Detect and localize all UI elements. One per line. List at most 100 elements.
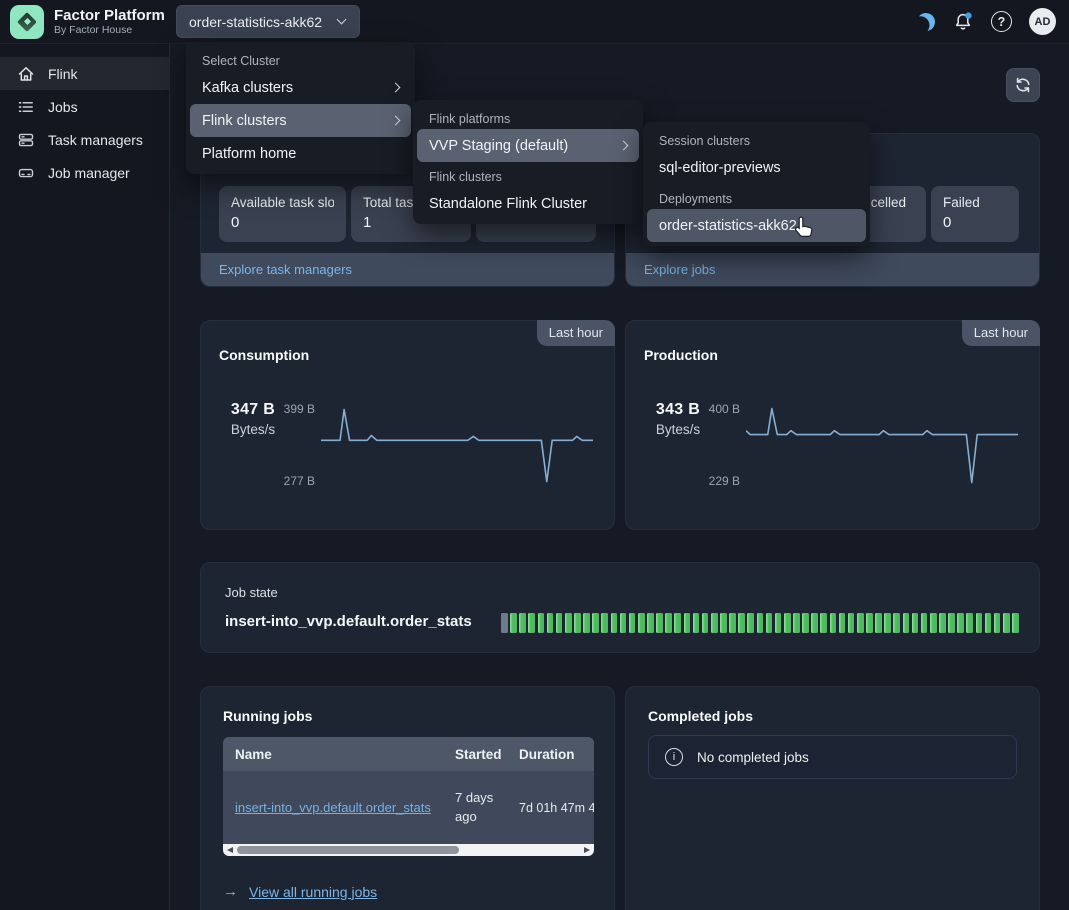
drive-icon — [17, 164, 35, 182]
scroll-left-arrow[interactable] — [227, 847, 233, 853]
refresh-button[interactable] — [1006, 68, 1040, 102]
brand: Factor Platform By Factor House — [0, 5, 170, 39]
completed-jobs-panel: Completed jobs i No completed jobs — [625, 686, 1040, 910]
completed-jobs-title: Completed jobs — [648, 708, 753, 724]
menu-item-label: Kafka clusters — [202, 80, 293, 96]
job-state-segment — [538, 613, 545, 633]
job-state-segment — [738, 613, 745, 633]
job-state-segment — [793, 613, 800, 633]
sidebar-item-jobs[interactable]: Jobs — [0, 90, 169, 123]
chevron-right-icon — [391, 116, 401, 126]
menu-item-label: order-statistics-akk62 — [659, 218, 797, 234]
view-all-running-jobs-link[interactable]: View all running jobs — [249, 884, 377, 900]
menu-item-label: Standalone Flink Cluster — [429, 196, 587, 212]
job-state-segment — [784, 613, 791, 633]
running-jobs-panel: Running jobs Name Started Duration inser… — [200, 686, 615, 910]
chart-unit: Bytes/s — [638, 422, 718, 437]
last-hour-badge: Last hour — [537, 320, 615, 346]
menu-item-platform-home[interactable]: Platform home — [186, 137, 415, 170]
job-state-segment — [848, 613, 855, 633]
hand-cursor — [792, 215, 815, 241]
empty-state-text: No completed jobs — [697, 750, 809, 765]
help-button[interactable]: ? — [991, 11, 1012, 32]
menu-item-standalone-flink-cluster[interactable]: Standalone Flink Cluster — [413, 187, 643, 220]
job-state-segment — [611, 613, 618, 633]
dark-mode-toggle[interactable] — [917, 13, 935, 31]
job-state-segment — [957, 613, 964, 633]
job-state-segment — [638, 613, 645, 633]
scroll-right-arrow[interactable] — [584, 847, 590, 853]
job-state-segment — [702, 613, 709, 633]
job-state-segment — [720, 613, 727, 633]
job-state-segment — [830, 613, 837, 633]
job-state-segment — [656, 613, 663, 633]
job-state-segment — [1003, 613, 1010, 633]
job-state-segment — [501, 613, 508, 633]
chart-title: Consumption — [219, 347, 309, 363]
column-header-name: Name — [223, 737, 443, 771]
explore-jobs-link[interactable]: Explore jobs — [644, 262, 716, 277]
job-state-segment — [711, 613, 718, 633]
sidebar-item-job-manager[interactable]: Job manager — [0, 156, 169, 189]
flink-clusters-submenu: Flink platforms VVP Staging (default) Fl… — [413, 100, 643, 224]
menu-item-sql-editor-previews[interactable]: sql-editor-previews — [643, 151, 870, 184]
menu-item-flink-clusters[interactable]: Flink clusters — [190, 104, 411, 137]
production-sparkline — [746, 399, 1018, 495]
menu-item-label: VVP Staging (default) — [429, 138, 568, 154]
job-state-segment — [893, 613, 900, 633]
chevron-right-icon — [619, 141, 629, 151]
job-state-segment — [976, 613, 983, 633]
menu-item-vvp-staging[interactable]: VVP Staging (default) — [417, 129, 639, 162]
menu-item-label: Flink clusters — [202, 113, 287, 129]
menu-item-kafka-clusters[interactable]: Kafka clusters — [186, 71, 415, 104]
job-state-segment — [547, 613, 554, 633]
cluster-selector-dropdown[interactable]: order-statistics-akk62 — [176, 5, 360, 38]
menu-section-header: Session clusters — [643, 126, 870, 151]
no-completed-jobs-box: i No completed jobs — [648, 735, 1017, 779]
menu-section-header: Flink platforms — [413, 104, 643, 129]
job-state-segment — [674, 613, 681, 633]
job-state-segment — [775, 613, 782, 633]
job-state-segment — [912, 613, 919, 633]
summary-footer: Explore jobs — [626, 253, 1039, 286]
job-state-panel: Job state insert-into_vvp.default.order_… — [200, 562, 1040, 653]
job-state-segment — [1012, 613, 1019, 633]
chart-title: Production — [644, 347, 718, 363]
menu-item-order-statistics-akk62[interactable]: order-statistics-akk62 — [647, 209, 866, 242]
job-state-segment — [629, 613, 636, 633]
job-state-segment — [766, 613, 773, 633]
sidebar-item-label: Task managers — [48, 132, 143, 148]
stat-label: Failed — [943, 195, 1007, 210]
job-state-segment — [921, 613, 928, 633]
job-state-segment — [966, 613, 973, 633]
menu-header: Select Cluster — [186, 46, 415, 71]
job-state-segment — [884, 613, 891, 633]
sidebar-item-flink[interactable]: Flink — [0, 57, 169, 90]
user-avatar[interactable]: AD — [1029, 8, 1056, 35]
info-icon: i — [665, 748, 683, 766]
last-hour-badge: Last hour — [962, 320, 1040, 346]
stat-card-failed: Failed 0 — [931, 186, 1019, 242]
notifications-button[interactable] — [952, 11, 974, 33]
menu-item-label: Platform home — [202, 146, 296, 162]
cluster-selector-value: order-statistics-akk62 — [189, 14, 322, 30]
horizontal-scrollbar[interactable] — [223, 844, 594, 856]
job-state-segment — [556, 613, 563, 633]
scrollbar-thumb[interactable] — [237, 846, 459, 854]
consumption-chart-panel: Last hour Consumption 347 B Bytes/s 399 … — [200, 320, 615, 530]
job-state-segment — [620, 613, 627, 633]
refresh-icon — [1013, 75, 1033, 95]
job-state-segment — [684, 613, 691, 633]
job-state-segment — [665, 613, 672, 633]
menu-section-header: Flink clusters — [413, 162, 643, 187]
sidebar-item-task-managers[interactable]: Task managers — [0, 123, 169, 156]
chevron-down-icon — [337, 15, 347, 25]
y-axis-min-label: 277 B — [279, 474, 315, 488]
job-state-segment — [693, 613, 700, 633]
production-chart-panel: Last hour Production 343 B Bytes/s 400 B… — [625, 320, 1040, 530]
job-name-link[interactable]: insert-into_vvp.default.order_stats — [235, 800, 431, 815]
factor-platform-logo-icon — [10, 5, 44, 39]
notification-dot — [965, 12, 971, 18]
job-state-segment — [583, 613, 590, 633]
explore-task-managers-link[interactable]: Explore task managers — [219, 262, 352, 277]
